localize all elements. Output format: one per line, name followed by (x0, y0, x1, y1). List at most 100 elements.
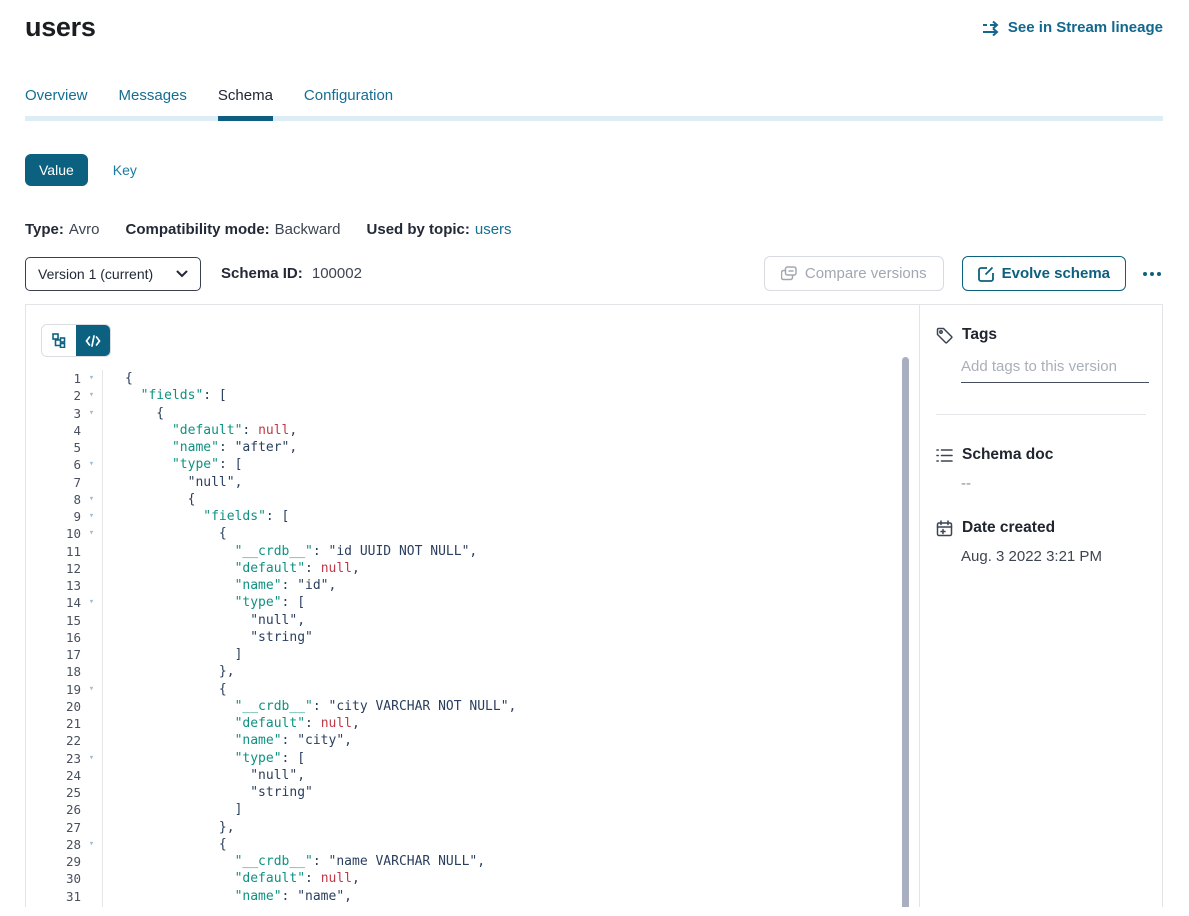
version-select[interactable]: Version 1 (current) (25, 257, 201, 291)
fold-spacer (81, 474, 102, 491)
compare-versions-button[interactable]: Compare versions (764, 256, 944, 291)
line-number: 17 (41, 646, 81, 663)
code-text: "__crdb__": "name VARCHAR NULL", (102, 853, 919, 870)
line-number: 3 (41, 405, 81, 422)
line-number: 32 (41, 905, 81, 907)
line-number: 6 (41, 456, 81, 473)
code-line: 3▾ { (41, 405, 919, 422)
code-line: 17 ] (41, 646, 919, 663)
schema-doc-heading: Schema doc (936, 446, 1146, 464)
line-number: 31 (41, 888, 81, 905)
code-line: 21 "default": null, (41, 715, 919, 732)
line-number: 24 (41, 767, 81, 784)
chevron-down-icon (176, 270, 188, 278)
fold-spacer (81, 663, 102, 680)
fold-toggle-icon[interactable]: ▾ (81, 405, 102, 422)
line-number: 19 (41, 681, 81, 698)
fold-toggle-icon[interactable]: ▾ (81, 905, 102, 907)
fold-toggle-icon[interactable]: ▾ (81, 456, 102, 473)
schema-controls-row: Version 1 (current) Schema ID: 100002 Co… (25, 256, 1163, 291)
code-line: 10▾ { (41, 525, 919, 542)
fold-toggle-icon[interactable]: ▾ (81, 491, 102, 508)
code-text: "null", (102, 612, 919, 629)
schema-code-panel: 1▾{2▾ "fields": [3▾ {4 "default": null,5… (26, 305, 919, 907)
code-line: 9▾ "fields": [ (41, 508, 919, 525)
line-number: 13 (41, 577, 81, 594)
code-text: { (102, 681, 919, 698)
code-line: 19▾ { (41, 681, 919, 698)
tags-input[interactable] (961, 358, 1149, 383)
evolve-schema-button[interactable]: Evolve schema (962, 256, 1126, 291)
see-in-stream-lineage-link[interactable]: See in Stream lineage (982, 19, 1163, 36)
line-number: 4 (41, 422, 81, 439)
fold-toggle-icon[interactable]: ▾ (81, 525, 102, 542)
type-meta: Type: Avro (25, 221, 99, 238)
tree-view-icon (52, 333, 67, 348)
code-line: 8▾ { (41, 491, 919, 508)
line-number: 14 (41, 594, 81, 611)
code-text: "type": [ (102, 905, 919, 907)
line-number: 8 (41, 491, 81, 508)
code-text: "__crdb__": "city VARCHAR NOT NULL", (102, 698, 919, 715)
fold-toggle-icon[interactable]: ▾ (81, 508, 102, 525)
used-by-topic-meta: Used by topic: users (367, 221, 512, 238)
code-view-button[interactable] (76, 325, 110, 356)
code-text: ] (102, 646, 919, 663)
fold-toggle-icon[interactable]: ▾ (81, 387, 102, 404)
line-number: 25 (41, 784, 81, 801)
code-line: 13 "name": "id", (41, 577, 919, 594)
more-options-button[interactable] (1141, 266, 1163, 282)
page-title: users (25, 10, 96, 44)
code-line: 11 "__crdb__": "id UUID NOT NULL", (41, 543, 919, 560)
tab-schema[interactable]: Schema (218, 87, 273, 116)
code-text: "default": null, (102, 870, 919, 887)
key-toggle-button[interactable]: Key (113, 162, 137, 178)
fold-spacer (81, 612, 102, 629)
code-line: 7 "null", (41, 474, 919, 491)
schema-card: 1▾{2▾ "fields": [3▾ {4 "default": null,5… (25, 304, 1163, 907)
code-text: "name": "id", (102, 577, 919, 594)
fold-toggle-icon[interactable]: ▾ (81, 681, 102, 698)
code-text: "__crdb__": "id UUID NOT NULL", (102, 543, 919, 560)
schema-meta-row: Type: Avro Compatibility mode: Backward … (25, 221, 1163, 238)
line-number: 15 (41, 612, 81, 629)
line-number: 11 (41, 543, 81, 560)
code-text: "string" (102, 629, 919, 646)
line-number: 27 (41, 819, 81, 836)
code-text: "fields": [ (102, 508, 919, 525)
code-line: 27 }, (41, 819, 919, 836)
code-editor: 1▾{2▾ "fields": [3▾ {4 "default": null,5… (41, 370, 919, 907)
line-number: 2 (41, 387, 81, 404)
code-text: { (102, 491, 919, 508)
value-toggle-button[interactable]: Value (25, 154, 88, 186)
tree-view-button[interactable] (42, 325, 76, 356)
fold-toggle-icon[interactable]: ▾ (81, 370, 102, 387)
compatibility-meta: Compatibility mode: Backward (125, 221, 340, 238)
fold-spacer (81, 577, 102, 594)
code-line: 4 "default": null, (41, 422, 919, 439)
fold-toggle-icon[interactable]: ▾ (81, 750, 102, 767)
code-line: 32▾ "type": [ (41, 905, 919, 907)
fold-spacer (81, 646, 102, 663)
code-scrollbar[interactable] (902, 357, 909, 907)
code-text: "fields": [ (102, 387, 919, 404)
line-number: 26 (41, 801, 81, 818)
tab-overview[interactable]: Overview (25, 87, 88, 116)
code-line: 12 "default": null, (41, 560, 919, 577)
sidebar-divider (936, 414, 1146, 415)
line-number: 23 (41, 750, 81, 767)
fold-toggle-icon[interactable]: ▾ (81, 594, 102, 611)
line-number: 30 (41, 870, 81, 887)
tab-messages[interactable]: Messages (119, 87, 187, 116)
fold-toggle-icon[interactable]: ▾ (81, 836, 102, 853)
code-text: { (102, 836, 919, 853)
line-number: 18 (41, 663, 81, 680)
code-line: 29 "__crdb__": "name VARCHAR NULL", (41, 853, 919, 870)
tab-configuration[interactable]: Configuration (304, 87, 393, 116)
fold-spacer (81, 698, 102, 715)
code-line: 26 ] (41, 801, 919, 818)
code-line: 30 "default": null, (41, 870, 919, 887)
topic-link[interactable]: users (475, 221, 512, 238)
schema-id: Schema ID: 100002 (221, 265, 362, 282)
tag-icon (936, 327, 953, 344)
